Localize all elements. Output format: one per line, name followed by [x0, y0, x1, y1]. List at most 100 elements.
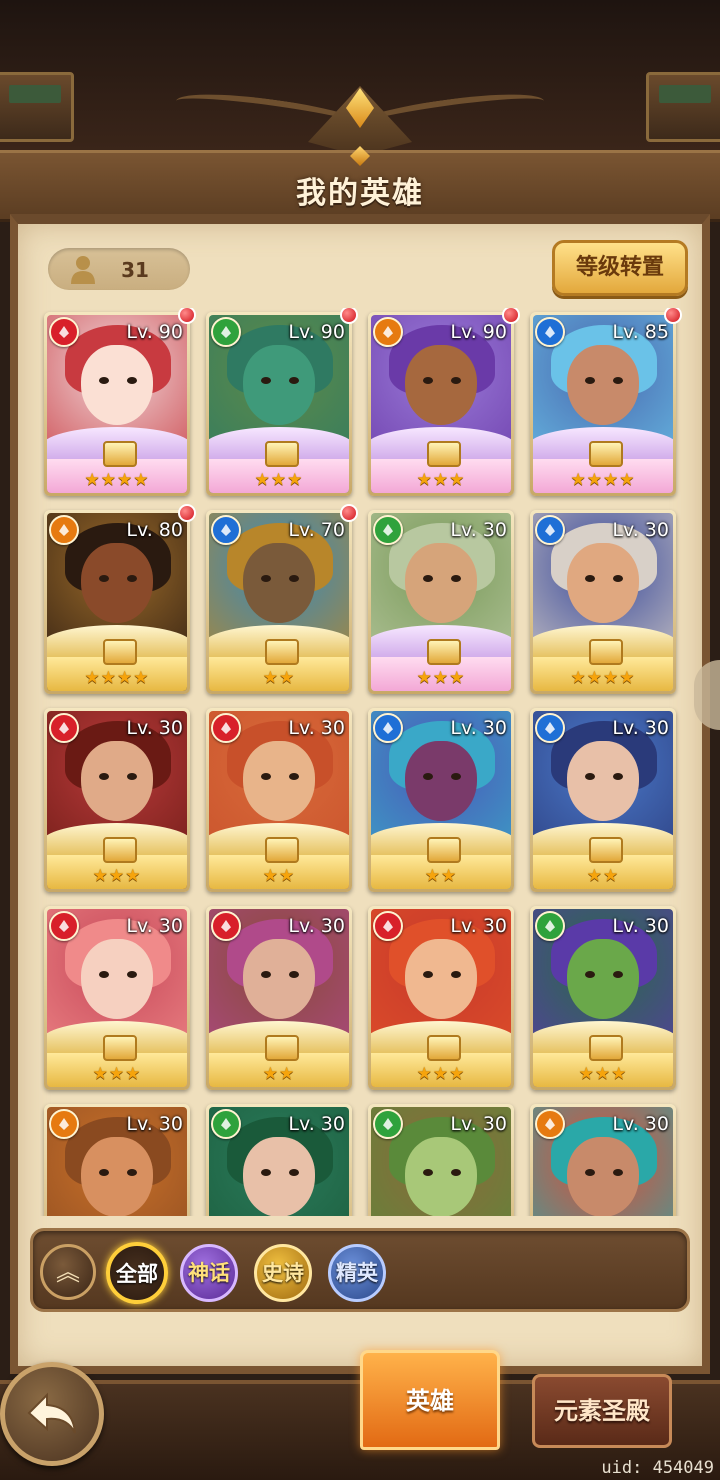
rarity-emblem-icon [103, 441, 137, 467]
hero-card-frame: ★★★ Lv. 30 [47, 909, 187, 1087]
rarity-emblem-icon [265, 639, 299, 665]
hero-face [567, 1137, 639, 1216]
hero-card[interactable]: Lv. 30 [368, 1104, 514, 1216]
hero-card[interactable]: ★★★★ Lv. 30 [530, 510, 676, 694]
hero-card-frame: Lv. 30 [209, 1107, 349, 1216]
hero-card[interactable]: ★★★ Lv. 90 [368, 308, 520, 496]
hero-stars: ★★ [262, 668, 296, 688]
hero-card[interactable]: ★★★★ Lv. 80 [44, 504, 196, 694]
hero-card-frame: Lv. 30 [533, 1107, 673, 1216]
hero-card-frame: ★★★ Lv. 90 [371, 315, 511, 493]
hero-stars: ★★★ [254, 470, 304, 490]
hero-eye [99, 1169, 109, 1176]
hero-level: Lv. 90 [288, 321, 345, 343]
hero-card[interactable]: Lv. 30 [530, 1104, 676, 1216]
hero-card-frame: ★★★★ Lv. 30 [533, 513, 673, 691]
hero-eye [99, 773, 109, 780]
hero-eye [289, 377, 299, 384]
hero-card[interactable]: ★★★★ Lv. 90 [44, 308, 196, 496]
hero-eye [289, 971, 299, 978]
hero-stars: ★★ [262, 866, 296, 886]
hero-card[interactable]: ★★ Lv. 30 [206, 906, 352, 1090]
hero-eye [585, 773, 595, 780]
hero-eye [613, 1169, 623, 1176]
water-element-icon [211, 515, 241, 545]
hero-level: Lv. 30 [288, 915, 345, 937]
hero-eye [585, 575, 595, 582]
rarity-emblem-icon [427, 837, 461, 863]
hero-face [243, 939, 315, 1019]
water-element-icon [535, 317, 565, 347]
hero-card[interactable]: Lv. 30 [44, 1104, 190, 1216]
fire-element-icon [373, 911, 403, 941]
hero-face [405, 741, 477, 821]
hero-eye [585, 971, 595, 978]
hero-eye [613, 971, 623, 978]
hero-card[interactable]: ★★★ Lv. 90 [206, 308, 358, 496]
tab-hero[interactable]: 英雄 [360, 1350, 500, 1450]
fire-element-icon [49, 911, 79, 941]
hero-card[interactable]: ★★ Lv. 30 [206, 708, 352, 892]
hero-card[interactable]: ★★ Lv. 70 [206, 504, 358, 694]
hero-eye [127, 971, 137, 978]
back-button[interactable] [0, 1362, 104, 1466]
right-pillar-ornament [646, 72, 720, 142]
notification-dot-icon [178, 504, 196, 522]
hero-eye [613, 575, 623, 582]
hero-face [81, 939, 153, 1019]
collapse-chevron-icon[interactable]: ︽ [40, 1244, 96, 1300]
hero-eye [99, 971, 109, 978]
hero-card[interactable]: Lv. 30 [206, 1104, 352, 1216]
hero-eye [451, 377, 461, 384]
hero-eye [451, 971, 461, 978]
filter-all-button[interactable]: 全部 [106, 1242, 168, 1304]
hero-card-frame: ★★ Lv. 30 [371, 711, 511, 889]
hero-level: Lv. 30 [450, 717, 507, 739]
hero-card[interactable]: ★★★★ Lv. 85 [530, 308, 682, 496]
wind-element-icon [373, 1109, 403, 1139]
hero-eye [261, 971, 271, 978]
water-element-icon [373, 713, 403, 743]
hero-card[interactable]: ★★★ Lv. 30 [44, 906, 190, 1090]
filter-epic-button[interactable]: 史诗 [254, 1244, 312, 1302]
hero-eye [127, 377, 137, 384]
hero-card-frame: ★★ Lv. 70 [209, 513, 349, 691]
hero-stars: ★★ [586, 866, 620, 886]
hero-card-frame: ★★★★ Lv. 85 [533, 315, 673, 493]
notification-dot-icon [502, 308, 520, 324]
hero-stars: ★★★★ [84, 668, 150, 688]
hero-face [81, 1137, 153, 1216]
fire-element-icon [211, 911, 241, 941]
hero-card[interactable]: ★★★ Lv. 30 [368, 510, 514, 694]
level-reset-button[interactable]: 等级转置 [552, 240, 688, 296]
filter-mythic-button[interactable]: 神话 [180, 1244, 238, 1302]
hero-card[interactable]: ★★ Lv. 30 [530, 708, 676, 892]
rarity-emblem-icon [427, 1035, 461, 1061]
hero-card[interactable]: ★★ Lv. 30 [368, 708, 514, 892]
earth-element-icon [373, 317, 403, 347]
rarity-emblem-icon [589, 639, 623, 665]
wind-element-icon [535, 911, 565, 941]
hero-card-frame: ★★ Lv. 30 [209, 909, 349, 1087]
hero-stars: ★★★★ [84, 470, 150, 490]
tab-element-temple[interactable]: 元素圣殿 [532, 1374, 672, 1448]
hero-eye [261, 377, 271, 384]
hero-eye [261, 575, 271, 582]
hero-eye [423, 773, 433, 780]
notification-dot-icon [178, 308, 196, 324]
filter-elite-button[interactable]: 精英 [328, 1244, 386, 1302]
earth-element-icon [49, 515, 79, 545]
hero-card[interactable]: ★★★ Lv. 30 [44, 708, 190, 892]
hero-card[interactable]: ★★★ Lv. 30 [368, 906, 514, 1090]
wind-element-icon [211, 317, 241, 347]
hero-eye [423, 1169, 433, 1176]
hero-card-frame: Lv. 30 [47, 1107, 187, 1216]
rarity-emblem-icon [103, 639, 137, 665]
notification-dot-icon [340, 308, 358, 324]
hero-face [243, 1137, 315, 1216]
hero-card[interactable]: ★★★ Lv. 30 [530, 906, 676, 1090]
hero-stars: ★★ [262, 1064, 296, 1084]
hero-eye [451, 1169, 461, 1176]
hero-face [243, 741, 315, 821]
hero-eye [423, 971, 433, 978]
